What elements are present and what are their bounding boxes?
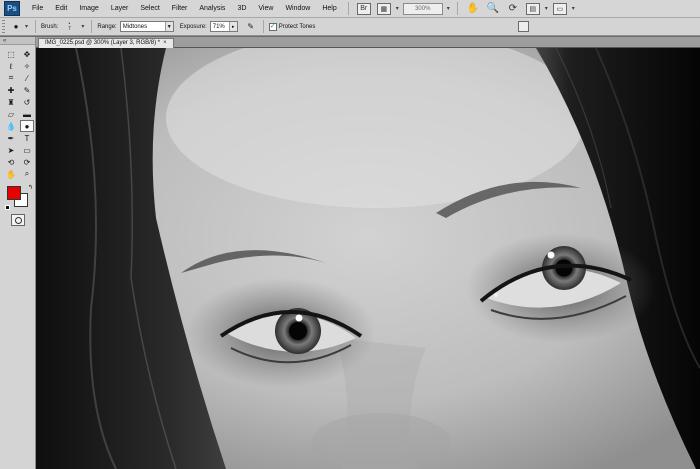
swap-colors-icon[interactable]: ↰ — [28, 184, 33, 191]
close-icon[interactable]: × — [163, 39, 167, 48]
chevron-right-icon: ▸ — [228, 22, 237, 31]
options-separator — [91, 20, 93, 33]
path-select-icon[interactable]: ➤ — [4, 144, 18, 156]
menu-view[interactable]: View — [252, 0, 279, 18]
tools-panel-header[interactable]: « — [0, 37, 35, 45]
range-dropdown[interactable]: Midtones ▼ — [119, 21, 174, 32]
chevron-down-icon[interactable]: ▾ — [396, 5, 399, 12]
brush-picker[interactable]: • 7 — [61, 21, 77, 33]
arrange-documents-icon[interactable]: ▤ — [525, 2, 540, 15]
zoom-level-field[interactable]: 300% — [402, 2, 443, 15]
tools-panel: « ⬚ ✥ ℓ ✧ ⌗ ⁄ ✚ ✎ ♜ ↺ ▱ ▬ 💧 ● ✒ T ➤ ▭ ⟲ ⟳ ✋ ⌕ ↰ — [0, 37, 36, 469]
menu-window[interactable]: Window — [279, 0, 316, 18]
brush-icon[interactable]: ✎ — [20, 84, 34, 96]
chevron-down-icon[interactable]: ▾ — [447, 5, 450, 12]
document-tab[interactable]: IMG_0225.psd @ 300% (Layer 3, RGB/8) * × — [38, 38, 174, 48]
screen-mode-icon[interactable]: ▭ — [552, 2, 567, 15]
dodge-tool-preset-icon[interactable]: ● — [9, 21, 23, 33]
menu-separator — [347, 2, 349, 15]
extras-icon[interactable]: ▦ — [376, 2, 391, 15]
photoshop-logo: Ps — [4, 1, 20, 16]
options-separator — [262, 20, 264, 33]
menu-edit[interactable]: Edit — [49, 0, 73, 18]
document-tab-bar: IMG_0225.psd @ 300% (Layer 3, RGB/8) * × — [36, 37, 700, 48]
clone-stamp-icon[interactable]: ♜ — [4, 96, 18, 108]
menu-help[interactable]: Help — [316, 0, 342, 18]
history-brush-icon[interactable]: ↺ — [20, 96, 34, 108]
options-bar: ● ▾ Brush: • 7 ▾ Range: Midtones ▼ Expos… — [0, 18, 700, 36]
launch-bridge-icon[interactable]: Br — [356, 2, 371, 15]
menu-separator — [456, 2, 458, 15]
canvas-image — [36, 48, 700, 469]
protect-tones-checkbox[interactable]: ✓ — [268, 22, 277, 31]
magic-wand-icon[interactable]: ✧ — [20, 60, 34, 72]
default-colors-icon[interactable] — [5, 205, 10, 210]
menu-3d[interactable]: 3D — [231, 0, 252, 18]
exposure-field[interactable]: 71% ▸ — [209, 21, 238, 32]
toggle-panels-icon[interactable] — [518, 21, 529, 32]
zoom-icon[interactable]: ⌕ — [20, 168, 34, 180]
shape-icon[interactable]: ▭ — [20, 144, 34, 156]
3d-orbit-icon[interactable]: ⟳ — [20, 156, 34, 168]
gradient-icon[interactable]: ▬ — [20, 108, 34, 120]
protect-tones-label: Protect Tones — [278, 23, 316, 30]
menu-select[interactable]: Select — [134, 0, 165, 18]
hand-icon[interactable]: ✋ — [4, 168, 18, 180]
rotate-view-icon[interactable]: ⟳ — [506, 3, 520, 15]
blur-icon[interactable]: 💧 — [4, 120, 18, 132]
chevron-down-icon: ▼ — [164, 22, 173, 31]
options-bar-grip[interactable] — [2, 19, 5, 34]
zoom-tool-icon[interactable]: 🔍 — [486, 3, 500, 15]
exposure-label: Exposure: — [179, 23, 207, 30]
menu-image[interactable]: Image — [73, 0, 104, 18]
chevron-down-icon[interactable]: ▾ — [81, 23, 84, 30]
dodge-icon[interactable]: ● — [20, 120, 34, 132]
menu-file[interactable]: File — [26, 0, 49, 18]
marquee-icon[interactable]: ⬚ — [4, 48, 18, 60]
quick-mask-button[interactable] — [11, 214, 25, 226]
hand-tool-icon[interactable]: ✋ — [466, 3, 480, 15]
airbrush-icon[interactable]: ✎ — [244, 21, 258, 33]
pen-icon[interactable]: ✒ — [4, 132, 18, 144]
quick-mask-icon — [14, 216, 22, 224]
range-label: Range: — [97, 23, 117, 30]
healing-brush-icon[interactable]: ✚ — [4, 84, 18, 96]
tool-grid: ⬚ ✥ ℓ ✧ ⌗ ⁄ ✚ ✎ ♜ ↺ ▱ ▬ 💧 ● ✒ T ➤ ▭ ⟲ ⟳ ✋ ⌕ — [0, 45, 35, 180]
range-value: Midtones — [122, 23, 148, 30]
menu-filter[interactable]: Filter — [166, 0, 194, 18]
chevron-down-icon[interactable]: ▾ — [572, 5, 575, 12]
3d-rotate-icon[interactable]: ⟲ — [4, 156, 18, 168]
crop-icon[interactable]: ⌗ — [4, 72, 18, 84]
chevron-down-icon[interactable]: ▾ — [545, 5, 548, 12]
move-icon[interactable]: ✥ — [20, 48, 34, 60]
type-icon[interactable]: T — [20, 132, 34, 144]
options-separator — [35, 20, 37, 33]
foreground-color-swatch[interactable] — [7, 186, 21, 200]
lasso-icon[interactable]: ℓ — [4, 60, 18, 72]
eyedropper-icon[interactable]: ⁄ — [20, 72, 34, 84]
color-swatches: ↰ — [5, 184, 33, 210]
brush-size-value: 7 — [67, 25, 71, 32]
menu-layer[interactable]: Layer — [105, 0, 135, 18]
chevron-down-icon[interactable]: ▾ — [25, 23, 28, 30]
exposure-value: 71% — [212, 23, 225, 30]
document-canvas[interactable] — [36, 48, 700, 469]
menu-analysis[interactable]: Analysis — [193, 0, 231, 18]
eraser-icon[interactable]: ▱ — [4, 108, 18, 120]
brush-label: Brush: — [41, 23, 59, 30]
menu-bar: Ps File Edit Image Layer Select Filter A… — [0, 0, 700, 18]
document-tab-title: IMG_0225.psd @ 300% (Layer 3, RGB/8) * — [45, 40, 161, 46]
